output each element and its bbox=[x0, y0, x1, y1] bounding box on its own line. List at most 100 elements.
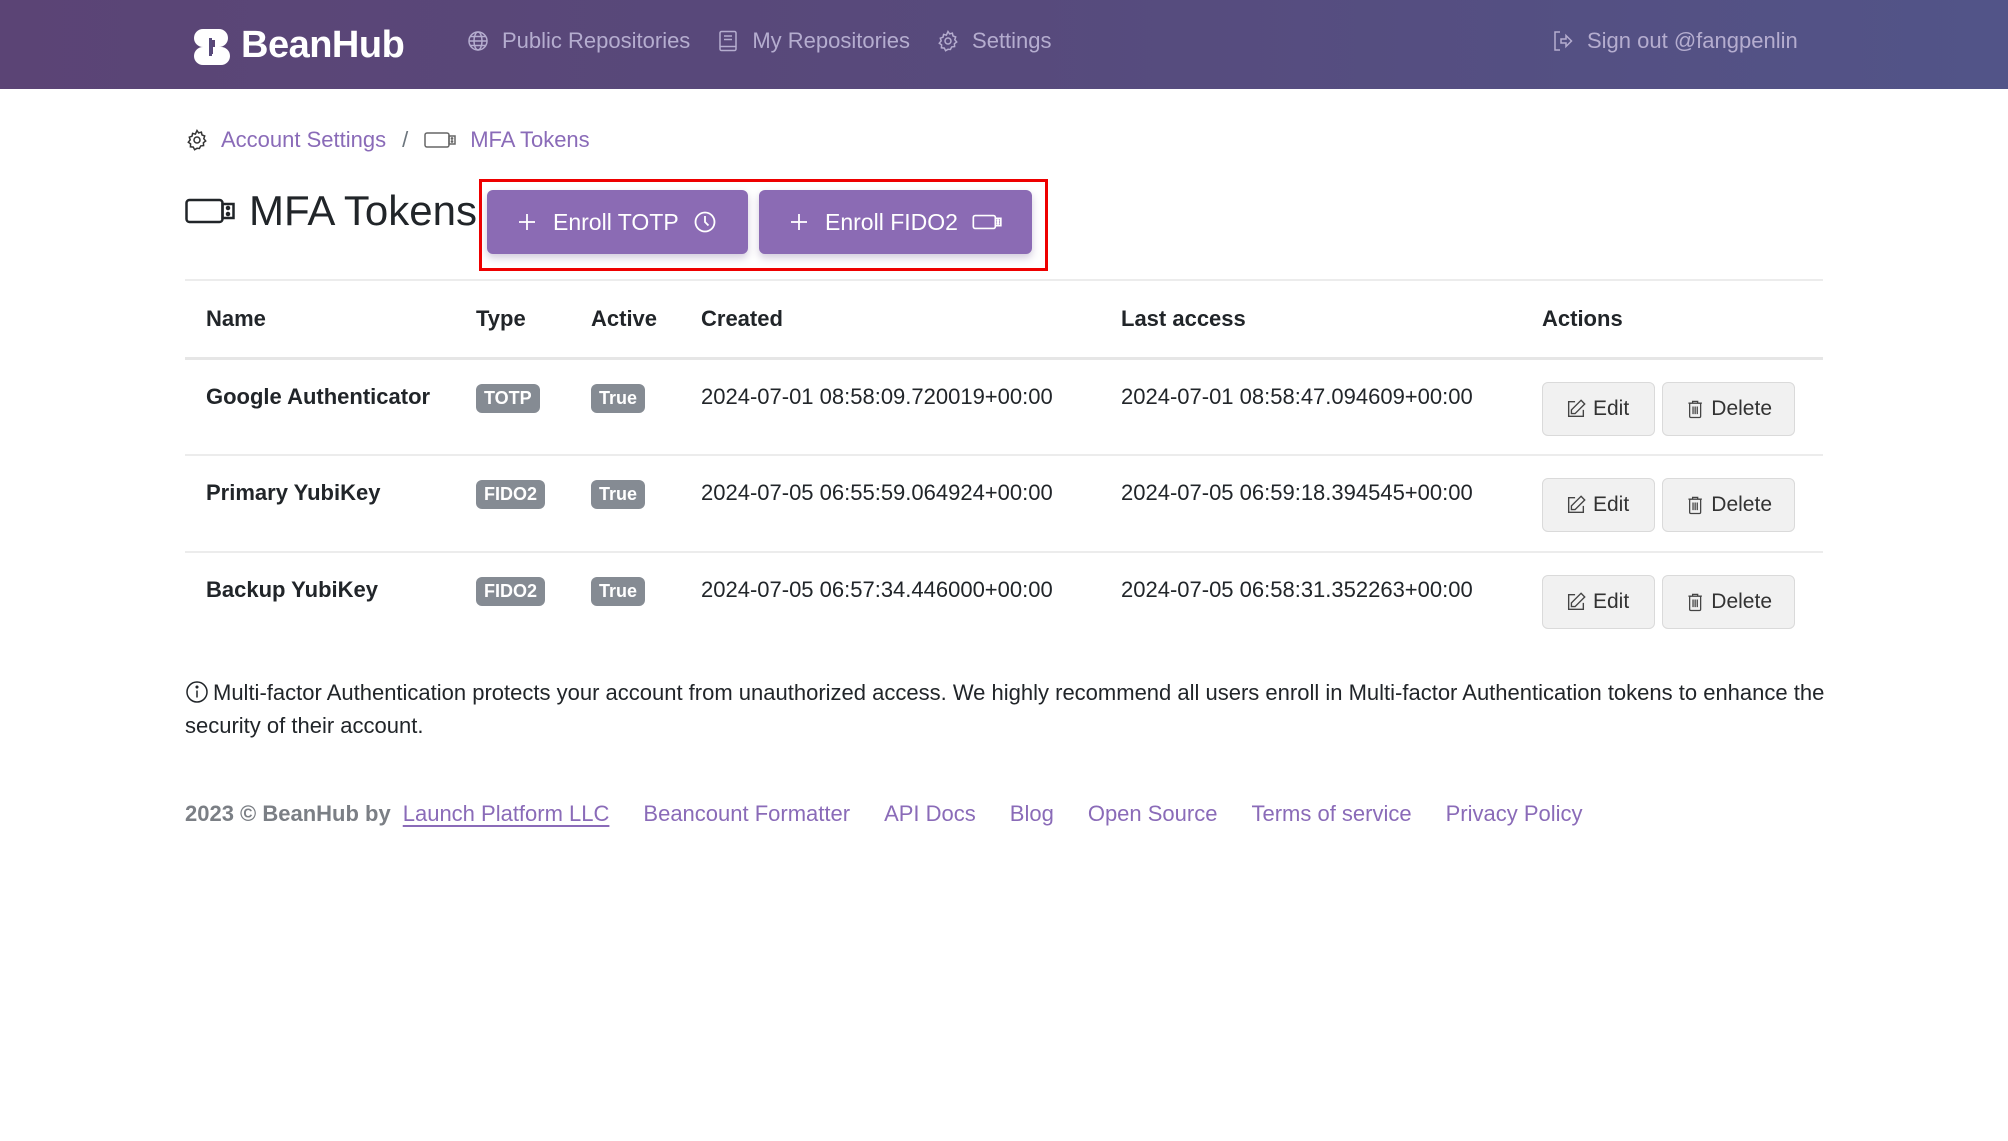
breadcrumb-separator: / bbox=[402, 127, 409, 152]
gear-icon bbox=[938, 29, 958, 52]
footer-link-privacy-policy[interactable]: Privacy Policy bbox=[1446, 801, 1583, 827]
last-access-cell: 2024-07-01 08:58:47.094609+00:00 bbox=[1100, 358, 1521, 456]
type-cell: TOTP bbox=[455, 358, 570, 456]
usb-key-icon bbox=[972, 214, 1002, 230]
type-badge: TOTP bbox=[476, 383, 540, 413]
page-title: MFA Tokens bbox=[185, 187, 477, 235]
edit-button[interactable]: Edit bbox=[1542, 575, 1655, 629]
page-title-text: MFA Tokens bbox=[249, 187, 478, 234]
footer-link-beancount-formatter[interactable]: Beancount Formatter bbox=[643, 801, 850, 827]
type-cell: FIDO2 bbox=[455, 552, 570, 649]
header-type: Type bbox=[455, 281, 570, 360]
trash-icon bbox=[1688, 496, 1702, 515]
edit-icon bbox=[1567, 592, 1586, 611]
breadcrumb-mfa-tokens[interactable]: MFA Tokens bbox=[424, 127, 590, 153]
usb-key-icon bbox=[185, 198, 235, 224]
delete-label: Delete bbox=[1711, 493, 1772, 516]
breadcrumb: Account Settings / MFA Tokens bbox=[185, 127, 590, 153]
header-name: Name bbox=[185, 281, 455, 360]
header-created: Created bbox=[680, 281, 1100, 360]
edit-button[interactable]: Edit bbox=[1542, 478, 1655, 532]
usb-key-icon bbox=[424, 132, 456, 148]
delete-button[interactable]: Delete bbox=[1662, 381, 1795, 436]
footer-link-api-docs[interactable]: API Docs bbox=[884, 801, 976, 827]
breadcrumb-account-settings-label: Account Settings bbox=[221, 127, 387, 152]
table-row: Backup YubiKey FIDO2 True 2024-07-05 06:… bbox=[185, 552, 1823, 649]
brand-logo-link[interactable]: BeanHub bbox=[193, 24, 405, 67]
footer-link-open-source[interactable]: Open Source bbox=[1088, 801, 1218, 827]
delete-button[interactable]: Delete bbox=[1662, 478, 1795, 532]
type-badge: FIDO2 bbox=[476, 577, 546, 606]
edit-label: Edit bbox=[1593, 493, 1630, 516]
edit-label: Edit bbox=[1593, 590, 1630, 613]
nav-my-repositories[interactable]: My Repositories bbox=[716, 28, 910, 54]
enroll-totp-button[interactable]: Enroll TOTP bbox=[487, 190, 748, 254]
mfa-tokens-table: Name Type Active Created Last access Act… bbox=[185, 281, 1823, 649]
token-name: Primary YubiKey bbox=[185, 455, 455, 553]
info-note: Multi-factor Authentication protects you… bbox=[185, 676, 1825, 742]
footer-link-terms-of-service[interactable]: Terms of service bbox=[1251, 801, 1411, 827]
last-access-cell: 2024-07-05 06:59:18.394545+00:00 bbox=[1100, 455, 1521, 553]
active-badge: True bbox=[591, 383, 646, 413]
last-access-cell: 2024-07-05 06:58:31.352263+00:00 bbox=[1121, 577, 1473, 602]
actions-cell: Edit Delete bbox=[1521, 455, 1823, 553]
navbar: BeanHub Public Repositories My Repositor… bbox=[0, 0, 2008, 89]
table-row: Primary YubiKey FIDO2 True 2024-07-05 06… bbox=[185, 455, 1823, 553]
row-actions: Edit Delete bbox=[1542, 575, 1802, 629]
edit-button[interactable]: Edit bbox=[1542, 381, 1655, 436]
title-row: MFA Tokens Enroll TOTP Enroll FIDO2 bbox=[185, 179, 1048, 271]
enroll-fido2-button[interactable]: Enroll FIDO2 bbox=[759, 190, 1032, 254]
enroll-fido2-label: Enroll FIDO2 bbox=[825, 208, 958, 235]
nav-right: Sign out @fangpenlin bbox=[1551, 28, 1798, 54]
delete-button[interactable]: Delete bbox=[1662, 575, 1795, 629]
nav-my-repositories-label: My Repositories bbox=[752, 28, 911, 53]
token-name: Backup YubiKey bbox=[206, 577, 378, 602]
sign-out-icon bbox=[1554, 31, 1573, 51]
header-active: Active bbox=[570, 281, 680, 360]
table-header-row: Name Type Active Created Last access Act… bbox=[185, 281, 1823, 360]
type-cell: FIDO2 bbox=[455, 455, 570, 553]
created-cell: 2024-07-05 06:55:59.064924+00:00 bbox=[680, 455, 1100, 553]
edit-icon bbox=[1567, 398, 1586, 417]
created-cell: 2024-07-01 08:58:09.720019+00:00 bbox=[680, 358, 1100, 456]
gear-icon bbox=[187, 128, 207, 151]
info-note-text: Multi-factor Authentication protects you… bbox=[185, 680, 1825, 738]
actions-cell: Edit Delete bbox=[1521, 358, 1823, 456]
nav-settings[interactable]: Settings bbox=[936, 28, 1052, 54]
nav-public-repositories[interactable]: Public Repositories bbox=[466, 28, 690, 54]
beanhub-logo-icon bbox=[194, 28, 230, 65]
row-actions: Edit Delete bbox=[1542, 478, 1802, 532]
globe-icon bbox=[468, 31, 488, 51]
clock-icon bbox=[694, 211, 716, 233]
enroll-totp-label: Enroll TOTP bbox=[553, 208, 679, 235]
trash-icon bbox=[1688, 400, 1702, 418]
sign-out-label: Sign out @fangpenlin bbox=[1587, 28, 1798, 53]
active-cell: True bbox=[570, 358, 680, 456]
type-badge: FIDO2 bbox=[476, 480, 546, 509]
breadcrumb-mfa-tokens-label: MFA Tokens bbox=[470, 127, 590, 152]
active-cell: True bbox=[570, 455, 680, 553]
header-actions: Actions bbox=[1521, 281, 1823, 360]
active-badge: True bbox=[591, 480, 646, 509]
token-name: Google Authenticator bbox=[185, 358, 455, 456]
trash-icon bbox=[1688, 593, 1702, 612]
nav-settings-label: Settings bbox=[972, 28, 1052, 53]
enroll-buttons-highlight: Enroll TOTP Enroll FIDO2 bbox=[479, 179, 1048, 271]
row-actions: Edit Delete bbox=[1542, 381, 1802, 436]
header-last-access: Last access bbox=[1100, 281, 1521, 360]
footer-link-blog[interactable]: Blog bbox=[1010, 801, 1054, 827]
sign-out-link[interactable]: Sign out @fangpenlin bbox=[1551, 28, 1798, 54]
breadcrumb-account-settings[interactable]: Account Settings bbox=[185, 127, 386, 153]
brand-name: BeanHub bbox=[241, 24, 405, 66]
nav-public-repositories-label: Public Repositories bbox=[502, 28, 691, 53]
edit-label: Edit bbox=[1593, 396, 1630, 420]
footer: 2023 © BeanHub by Launch Platform LLC Be… bbox=[185, 801, 1617, 827]
actions-cell: Edit Delete bbox=[1521, 552, 1823, 649]
table-row: Google Authenticator TOTP True 2024-07-0… bbox=[185, 358, 1823, 456]
footer-company-link[interactable]: Launch Platform LLC bbox=[403, 801, 610, 827]
delete-label: Delete bbox=[1711, 590, 1772, 613]
edit-icon bbox=[1567, 495, 1586, 514]
created-cell: 2024-07-05 06:57:34.446000+00:00 bbox=[701, 577, 1053, 602]
info-icon bbox=[186, 681, 208, 703]
delete-label: Delete bbox=[1711, 396, 1772, 420]
